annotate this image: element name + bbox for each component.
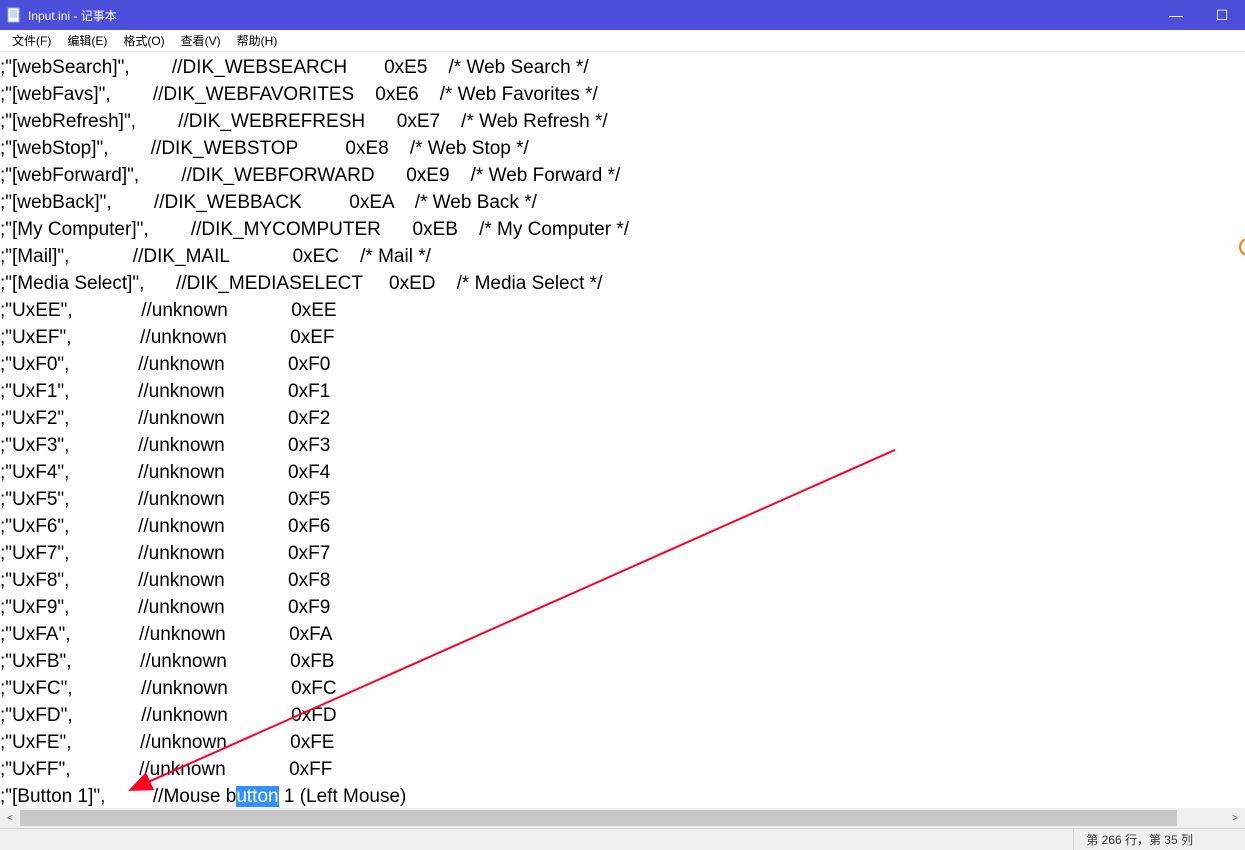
annotation-partial-circle — [1235, 238, 1245, 256]
scroll-thumb[interactable] — [20, 810, 1177, 826]
titlebar[interactable]: Input.ini - 记事本 — ☐ — [0, 0, 1245, 30]
scroll-track[interactable] — [20, 808, 1225, 828]
window-title: Input.ini - 记事本 — [28, 7, 117, 24]
statusbar: 第 266 行，第 35 列 — [0, 828, 1245, 850]
minimize-button[interactable]: — — [1153, 0, 1199, 30]
scroll-left-button[interactable]: < — [0, 808, 20, 828]
window-controls: — ☐ — [1153, 0, 1245, 30]
menu-file[interactable]: 文件(F) — [4, 30, 59, 51]
maximize-button[interactable]: ☐ — [1199, 0, 1245, 30]
text-content[interactable]: ;"[webSearch]", //DIK_WEBSEARCH 0xE5 /* … — [0, 52, 1245, 808]
menu-edit[interactable]: 编辑(E) — [59, 30, 115, 51]
text-selection: utton — [236, 786, 278, 807]
menu-format[interactable]: 格式(O) — [115, 30, 172, 51]
menu-view[interactable]: 查看(V) — [173, 30, 229, 51]
horizontal-scrollbar[interactable]: < > — [0, 808, 1245, 828]
status-cursor-position: 第 266 行，第 35 列 — [1073, 829, 1205, 850]
app-icon — [6, 7, 22, 23]
menu-help[interactable]: 帮助(H) — [229, 30, 286, 51]
scroll-right-button[interactable]: > — [1225, 808, 1245, 828]
text-editor-area[interactable]: ;"[webSearch]", //DIK_WEBSEARCH 0xE5 /* … — [0, 52, 1245, 808]
menubar: 文件(F) 编辑(E) 格式(O) 查看(V) 帮助(H) — [0, 30, 1245, 52]
